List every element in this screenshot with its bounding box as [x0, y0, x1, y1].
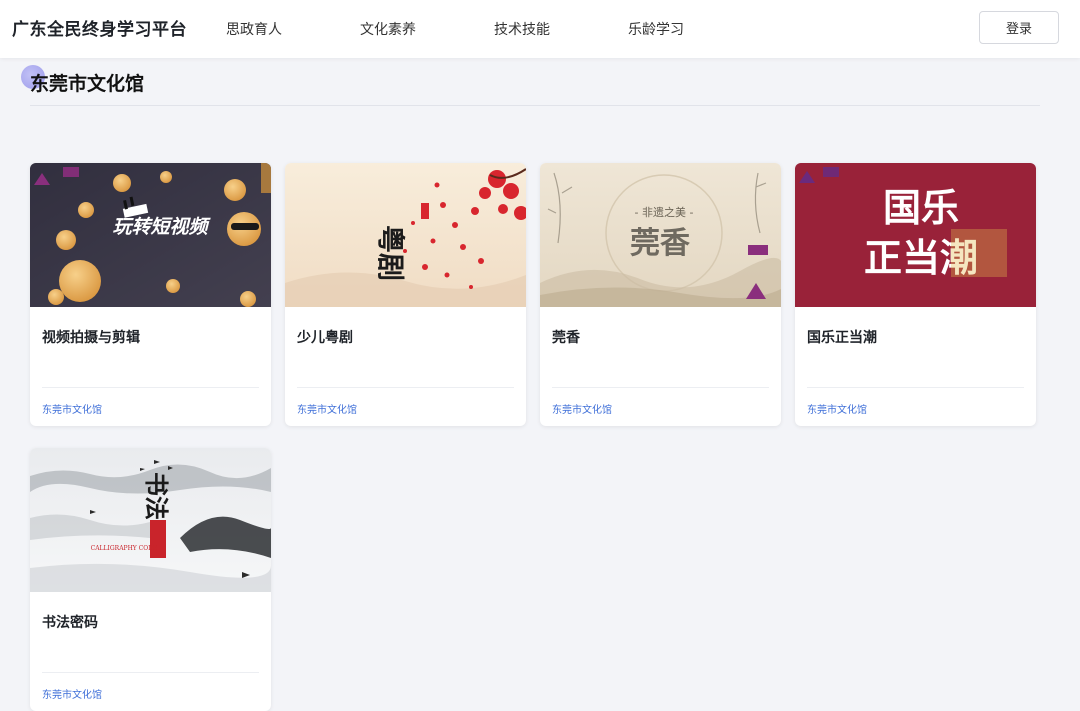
- course-thumbnail-guanxiang: - 非遗之美 - 莞香: [540, 163, 781, 307]
- card-divider: [42, 672, 259, 673]
- course-thumbnail-guoyue: 国乐 正当潮: [795, 163, 1036, 307]
- course-organization[interactable]: 东莞市文化馆: [42, 401, 102, 416]
- thumbnail-text: 书法: [142, 472, 171, 520]
- section-title: 东莞市文化馆: [30, 73, 145, 95]
- course-card-yueju[interactable]: 粤剧 少儿粤剧 东莞市文化馆: [285, 163, 526, 426]
- card-divider: [807, 387, 1024, 388]
- nav-item-wenhua[interactable]: 文化素养: [360, 19, 416, 39]
- card-divider: [552, 387, 769, 388]
- site-logo-title[interactable]: 广东全民终身学习平台: [12, 15, 187, 40]
- thumbnail-text: 莞香: [630, 226, 690, 261]
- nav-item-sizheng[interactable]: 思政育人: [226, 19, 282, 39]
- course-thumbnail-shufa: 书法 CALLIGRAPHY CODE: [30, 448, 271, 592]
- course-thumbnail-yueju: 粤剧: [285, 163, 526, 307]
- course-thumbnail-video: 玩转短视频: [30, 163, 271, 307]
- card-divider: [42, 387, 259, 388]
- card-divider: [297, 387, 514, 388]
- course-card-guanxiang[interactable]: - 非遗之美 - 莞香 莞香 东莞市文化馆: [540, 163, 781, 426]
- thumbnail-subtext: - 非遗之美 -: [635, 205, 694, 219]
- course-card-guoyue[interactable]: 国乐 正当潮 国乐正当潮 东莞市文化馆: [795, 163, 1036, 426]
- nav-item-lingxue[interactable]: 乐龄学习: [628, 19, 684, 39]
- thumbnail-text-line1: 国乐: [883, 185, 959, 230]
- section-divider: [30, 105, 1040, 106]
- course-organization[interactable]: 东莞市文化馆: [42, 686, 102, 701]
- course-organization[interactable]: 东莞市文化馆: [297, 401, 357, 416]
- course-organization[interactable]: 东莞市文化馆: [807, 401, 867, 416]
- thumbnail-text: 玩转短视频: [112, 216, 211, 238]
- course-card-video[interactable]: 玩转短视频 视频拍摄与剪辑 东莞市文化馆: [30, 163, 271, 426]
- login-button[interactable]: 登录: [979, 11, 1059, 44]
- course-title[interactable]: 少儿粤剧: [297, 327, 353, 347]
- course-organization[interactable]: 东莞市文化馆: [552, 401, 612, 416]
- course-card-shufa[interactable]: 书法 CALLIGRAPHY CODE 书法密码 东莞市文化馆: [30, 448, 271, 711]
- course-title[interactable]: 国乐正当潮: [807, 327, 877, 347]
- course-title[interactable]: 莞香: [552, 327, 580, 347]
- course-title[interactable]: 书法密码: [42, 612, 98, 632]
- thumbnail-subtext: CALLIGRAPHY CODE: [91, 545, 158, 552]
- nav-item-jishu[interactable]: 技术技能: [494, 19, 550, 39]
- course-title[interactable]: 视频拍摄与剪辑: [42, 327, 140, 347]
- top-nav-bar: 广东全民终身学习平台 思政育人 文化素养 技术技能 乐龄学习 登录: [0, 0, 1080, 58]
- thumbnail-text: 粤剧: [374, 225, 407, 281]
